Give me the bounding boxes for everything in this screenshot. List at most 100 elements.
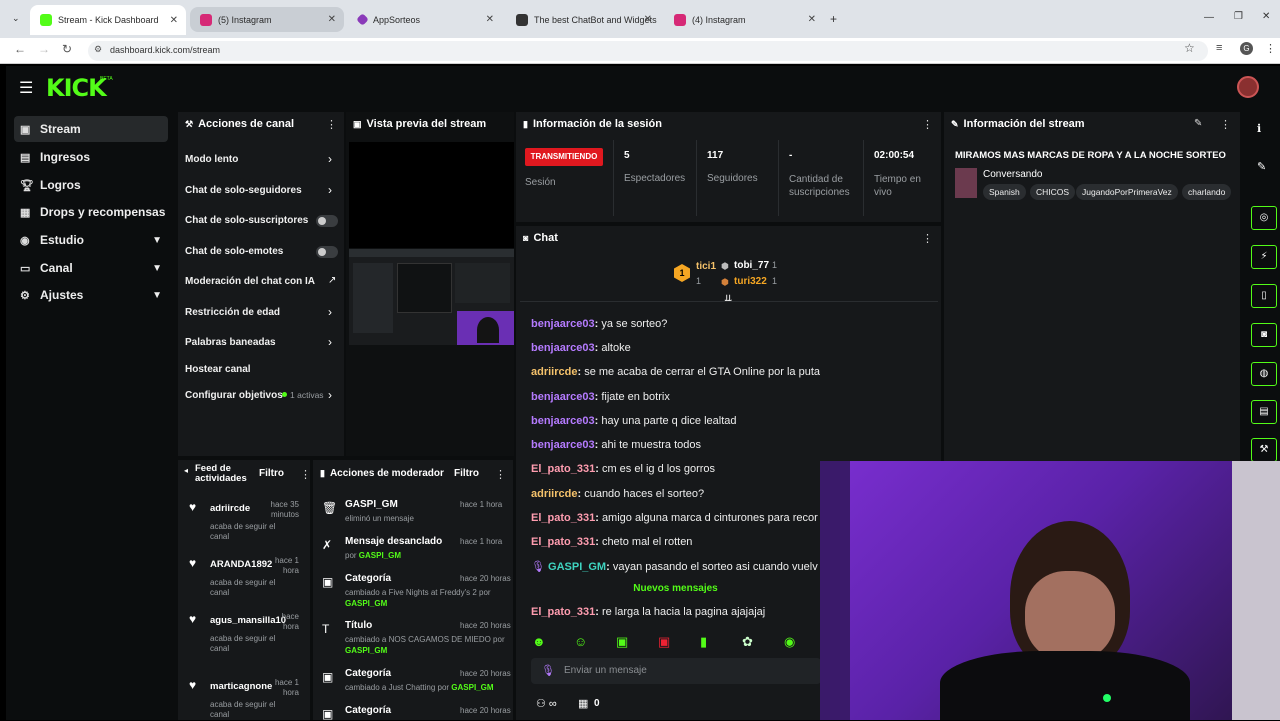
stream-tag[interactable]: Spanish	[983, 184, 1026, 200]
points-icon[interactable]: ▦	[578, 697, 588, 710]
layout-tool-button[interactable]: ▤	[1251, 400, 1277, 424]
host-channel-label[interactable]: Hostear canal	[185, 364, 251, 375]
emote-7-icon[interactable]: ◉	[784, 634, 795, 650]
close-icon[interactable]: ✕	[170, 15, 178, 26]
sidebar-item-canal[interactable]: ▭ Canal ▼	[14, 255, 168, 281]
moderator-name[interactable]: GASPI_GM	[359, 551, 401, 560]
emote-6-icon[interactable]: ✿	[742, 634, 753, 650]
hamburger-menu-icon[interactable]: ☰	[19, 78, 33, 98]
emotes-only-toggle[interactable]	[316, 246, 338, 258]
chat-username[interactable]: El_pato_331	[531, 536, 595, 548]
edit-pencil-icon[interactable]: ✎	[1194, 118, 1202, 129]
chevron-right-icon[interactable]: ›	[328, 335, 332, 349]
pencil-icon[interactable]: ✎	[1257, 160, 1266, 173]
collapse-arrow-icon[interactable]: ⇊	[724, 294, 732, 305]
moderator-name[interactable]: GASPI_GM	[345, 646, 387, 655]
profile-avatar[interactable]: G	[1240, 42, 1253, 55]
stream-tag[interactable]: charlando	[1182, 184, 1232, 200]
stream-tag[interactable]: JugandoPorPrimeraVez	[1076, 184, 1178, 200]
chat-input[interactable]: 🎙︎ Enviar un mensaje	[531, 658, 821, 684]
emote-5-icon[interactable]: ▮	[700, 634, 707, 650]
age-restriction-label[interactable]: Restricción de edad	[185, 307, 280, 318]
broadcast-tool-button[interactable]: ◍	[1251, 362, 1277, 386]
new-tab-button[interactable]: +	[830, 12, 837, 26]
more-options-icon[interactable]: ⋮	[495, 468, 506, 481]
window-close-button[interactable]: ✕	[1262, 11, 1270, 22]
emote-3-icon[interactable]: ▣	[616, 634, 628, 650]
more-options-icon[interactable]: ⋮	[922, 118, 933, 131]
minimize-button[interactable]: —	[1204, 12, 1214, 23]
configure-goals-label[interactable]: Configurar objetivos	[185, 390, 283, 401]
chevron-right-icon[interactable]: ›	[328, 183, 332, 197]
sidebar-item-estudio[interactable]: ◉ Estudio ▼	[14, 227, 168, 253]
chat-username[interactable]: adriircde	[531, 488, 577, 500]
stream-preview-video[interactable]	[349, 249, 514, 345]
followers-only-label[interactable]: Chat de solo-seguidores	[185, 185, 302, 196]
microphone-icon[interactable]: 🎙︎	[541, 664, 555, 677]
chat-username[interactable]: benjaarce03	[531, 439, 595, 451]
chat-username[interactable]: El_pato_331	[531, 463, 595, 475]
emote-2-icon[interactable]: ☺	[574, 634, 587, 649]
browser-tab-kick[interactable]: Stream - Kick Dashboard ✕	[30, 5, 186, 35]
lightning-tool-button[interactable]: ⚡︎	[1251, 245, 1277, 269]
stream-tag[interactable]: CHICOS	[1030, 184, 1076, 200]
users-icon[interactable]: ⚇ ∞	[536, 697, 557, 710]
emote-4-icon[interactable]: ▣	[658, 634, 670, 650]
top-chatter-name[interactable]: tobi_77	[734, 260, 769, 271]
site-info-icon[interactable]: ⚙	[94, 44, 102, 55]
user-avatar[interactable]	[1237, 76, 1259, 98]
activity-filter-button[interactable]: Filtro	[259, 468, 284, 479]
maximize-button[interactable]: ❐	[1234, 11, 1243, 22]
bookmark-star-icon[interactable]: ☆	[1184, 41, 1195, 55]
info-icon[interactable]: ℹ	[1257, 122, 1261, 135]
browser-menu-icon[interactable]: ⋮	[1265, 42, 1276, 55]
camera-tool-button[interactable]: ◎	[1251, 206, 1277, 230]
emote-1-icon[interactable]: ☻	[532, 634, 546, 649]
browser-tab-instagram-4[interactable]: (4) Instagram ✕	[664, 7, 824, 32]
chevron-right-icon[interactable]: ›	[328, 305, 332, 319]
moderator-name[interactable]: GASPI_GM	[451, 683, 493, 692]
close-icon[interactable]: ✕	[808, 14, 816, 25]
sidebar-item-ajustes[interactable]: ⚙ Ajustes ▼	[14, 282, 168, 308]
chat-username[interactable]: El_pato_331	[531, 512, 595, 524]
more-options-icon[interactable]: ⋮	[326, 118, 337, 131]
url-bar[interactable]: ⚙ dashboard.kick.com/stream	[88, 41, 1208, 61]
reload-icon[interactable]: ↻	[62, 42, 72, 56]
activity-username[interactable]: adriircde	[210, 503, 250, 514]
chat-username[interactable]: benjaarce03	[531, 318, 595, 330]
close-icon[interactable]: ✕	[486, 14, 494, 25]
top-chatter-name[interactable]: tici1	[696, 261, 716, 272]
sidebar-item-drops[interactable]: ▦ Drops y recompensas	[14, 199, 168, 225]
chat-username[interactable]: adriircde	[531, 366, 577, 378]
tab-search-icon[interactable]: ⌄	[12, 13, 20, 24]
more-options-icon[interactable]: ⋮	[922, 232, 933, 245]
banned-words-label[interactable]: Palabras baneadas	[185, 337, 276, 348]
chevron-right-icon[interactable]: ›	[328, 152, 332, 166]
ai-moderation-label[interactable]: Moderación del chat con IA	[185, 276, 315, 287]
more-options-icon[interactable]: ⋮	[1220, 118, 1231, 131]
subscribers-only-toggle[interactable]	[316, 215, 338, 227]
close-icon[interactable]: ✕	[644, 14, 652, 25]
close-icon[interactable]: ✕	[328, 14, 336, 25]
chat-username[interactable]: benjaarce03	[531, 415, 595, 427]
sidebar-item-ingresos[interactable]: ▤ Ingresos	[14, 144, 168, 170]
chat-username[interactable]: GASPI_GM	[548, 561, 606, 573]
browser-tab-chatbot[interactable]: The best ChatBot and Widgets ✕	[506, 7, 660, 32]
more-options-icon[interactable]: ⋮	[300, 468, 311, 481]
kick-logo[interactable]: KICK	[46, 74, 107, 102]
moderator-name[interactable]: GASPI_GM	[345, 599, 387, 608]
chat-username[interactable]: benjaarce03	[531, 342, 595, 354]
new-messages-divider[interactable]: Nuevos mensajes	[531, 583, 820, 599]
forward-icon[interactable]: →	[38, 42, 50, 56]
wrench-tool-button[interactable]: ⚒	[1251, 438, 1277, 462]
chat-bubble-tool-button[interactable]: ◙	[1251, 323, 1277, 347]
drag-handle-icon[interactable]: ◂	[184, 466, 188, 475]
chat-username[interactable]: El_pato_331	[531, 606, 595, 618]
top-chatter-name[interactable]: turi322	[734, 276, 767, 287]
browser-tab-instagram-5[interactable]: (5) Instagram ✕	[190, 7, 344, 32]
reading-list-icon[interactable]: ≡	[1216, 42, 1222, 54]
chevron-right-icon[interactable]: ›	[328, 388, 332, 402]
document-tool-button[interactable]: ▯	[1251, 284, 1277, 308]
chat-username[interactable]: benjaarce03	[531, 391, 595, 403]
slow-mode-label[interactable]: Modo lento	[185, 154, 238, 165]
